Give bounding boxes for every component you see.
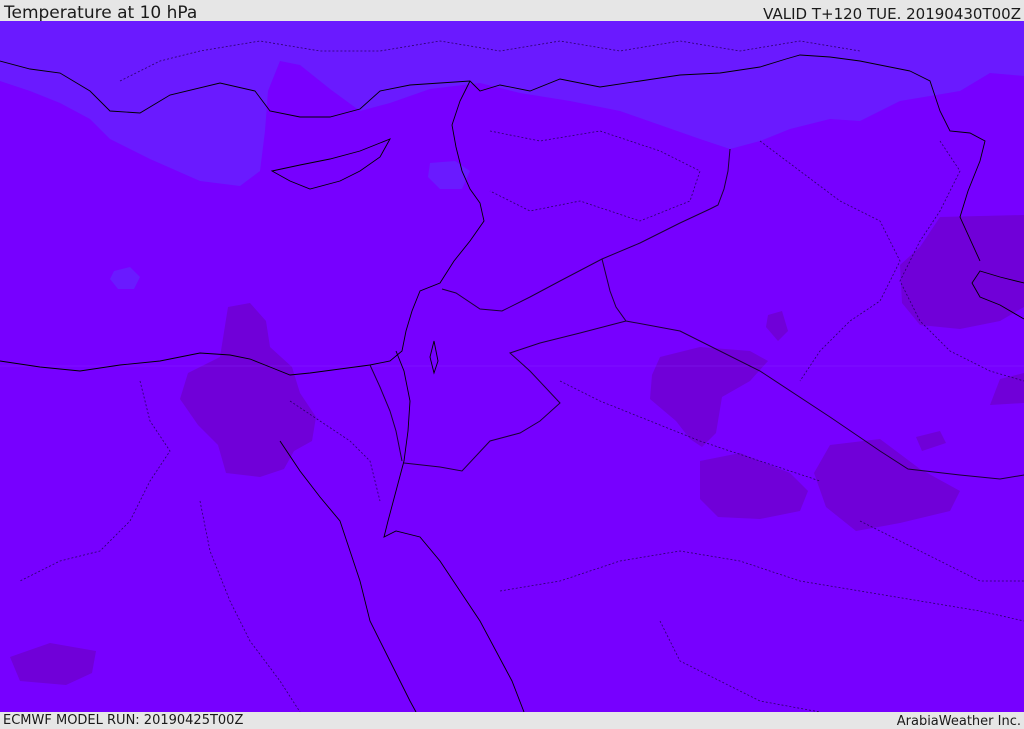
credit-label: ArabiaWeather Inc. bbox=[896, 714, 1021, 729]
header-bar: Temperature at 10 hPa VALID T+120 TUE. 2… bbox=[0, 0, 1024, 23]
footer-bar: ECMWF MODEL RUN: 20190425T00Z ArabiaWeat… bbox=[0, 712, 1024, 729]
temperature-map bbox=[0, 21, 1024, 712]
map-canvas bbox=[0, 21, 1024, 712]
map-title: Temperature at 10 hPa bbox=[4, 3, 198, 23]
forecast-map-page: Temperature at 10 hPa VALID T+120 TUE. 2… bbox=[0, 0, 1024, 729]
model-run-label: ECMWF MODEL RUN: 20190425T00Z bbox=[3, 713, 244, 728]
